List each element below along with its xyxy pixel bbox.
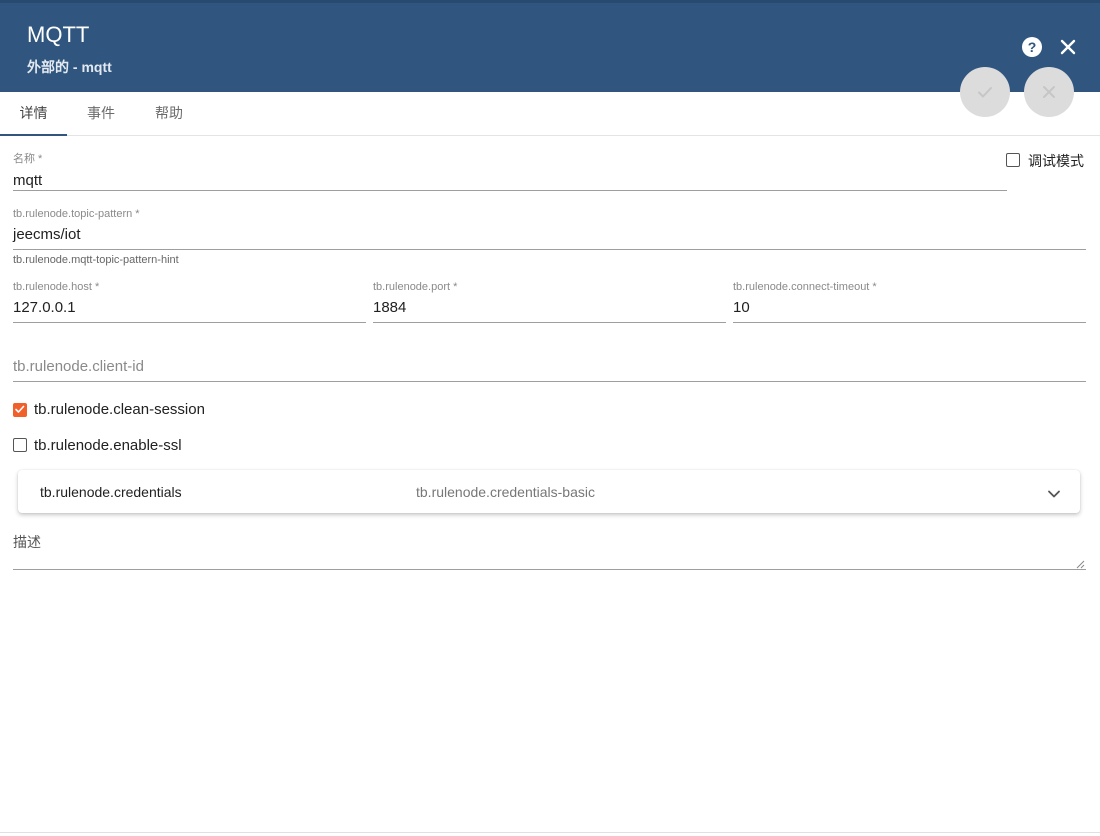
tab-bar: 详情 事件 帮助 [0,92,1100,136]
host-value[interactable]: 127.0.0.1 [13,299,366,316]
credentials-description: tb.rulenode.credentials-basic [416,484,595,500]
dialog-title: MQTT [27,22,90,47]
name-value[interactable]: mqtt [13,172,1007,189]
tab-events[interactable]: 事件 [67,92,135,135]
description-label: 描述 [13,534,41,550]
client-id-placeholder: tb.rulenode.client-id [13,358,144,375]
name-field[interactable]: 名称 * mqtt [13,150,1007,191]
port-value[interactable]: 1884 [373,299,726,316]
credentials-panel[interactable]: tb.rulenode.credentials tb.rulenode.cred… [18,470,1080,513]
topic-pattern-hint: tb.rulenode.mqtt-topic-pattern-hint [13,254,179,266]
debug-mode-label: 调试模式 [1028,153,1084,169]
enable-ssl-label: tb.rulenode.enable-ssl [34,437,182,454]
name-label: 名称 * [13,153,43,165]
bottom-divider [0,832,1100,833]
connect-timeout-field[interactable]: tb.rulenode.connect-timeout * 10 [733,281,1086,323]
port-label: tb.rulenode.port * [373,281,458,293]
credentials-title: tb.rulenode.credentials [40,484,182,500]
host-field[interactable]: tb.rulenode.host * 127.0.0.1 [13,281,366,323]
tab-help[interactable]: 帮助 [135,92,203,135]
topic-pattern-value[interactable]: jeecms/iot [13,226,1086,243]
host-label: tb.rulenode.host * [13,281,100,293]
connect-timeout-label: tb.rulenode.connect-timeout * [733,281,877,293]
topic-pattern-label: tb.rulenode.topic-pattern * [13,208,140,220]
close-icon[interactable] [1057,36,1079,58]
description-field[interactable] [13,569,1086,570]
debug-mode-checkbox[interactable] [1006,153,1020,167]
enable-ssl-checkbox[interactable] [13,438,27,452]
chevron-down-icon[interactable] [1047,486,1061,504]
port-field[interactable]: tb.rulenode.port * 1884 [373,281,726,323]
resize-grip-icon[interactable] [1075,556,1085,574]
clean-session-label: tb.rulenode.clean-session [34,401,205,418]
tab-details[interactable]: 详情 [0,92,67,136]
dialog-header: MQTT 外部的 - mqtt ? [0,3,1100,92]
topic-pattern-field[interactable]: tb.rulenode.topic-pattern * jeecms/iot [13,208,1086,250]
help-icon[interactable]: ? [1022,37,1042,57]
dialog-subtitle: 外部的 - mqtt [27,59,112,75]
connect-timeout-value[interactable]: 10 [733,299,1086,316]
check-icon [15,405,25,413]
clean-session-checkbox[interactable] [13,403,27,417]
client-id-field[interactable]: tb.rulenode.client-id [13,358,1086,382]
